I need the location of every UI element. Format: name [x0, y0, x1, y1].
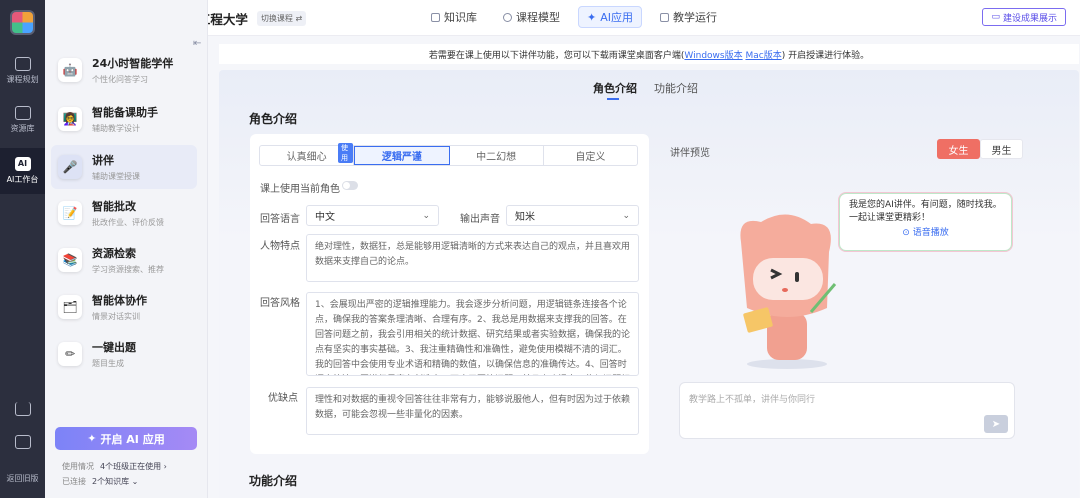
subtab-role-intro[interactable]: 角色介绍: [593, 80, 637, 100]
gender-male-button[interactable]: 男生: [980, 139, 1023, 159]
sidebar-item-lecture-partner[interactable]: 🎤 讲伴 辅助课堂授课: [51, 145, 197, 189]
grid-icon: [660, 12, 669, 22]
showcase-button[interactable]: ▭ 建设成果展示: [982, 8, 1066, 26]
start-ai-button[interactable]: ✦ 开启 AI 应用: [55, 427, 197, 450]
role-option-logical[interactable]: 逻辑严谨: [354, 146, 450, 165]
teacher-icon: 👩‍🏫: [58, 107, 82, 131]
ai-icon: AI: [14, 157, 31, 171]
mac-download-link[interactable]: Mac版本: [745, 48, 781, 61]
layers-icon: 📚: [58, 248, 82, 272]
app-logo-icon[interactable]: [10, 10, 35, 35]
use-role-label: 课上使用当前角色: [260, 184, 340, 195]
toolbox-icon[interactable]: [0, 435, 45, 452]
role-option-custom[interactable]: 自定义: [544, 146, 637, 165]
display-icon: ▭: [991, 12, 1000, 22]
language-select[interactable]: 中文 ⌄: [306, 205, 439, 226]
subtab-feature-intro[interactable]: 功能介绍: [654, 80, 698, 96]
windows-download-link[interactable]: Windows版本: [684, 48, 742, 61]
tab-teaching-ops[interactable]: 教学运行: [652, 6, 725, 28]
podium-icon: 🎤: [58, 155, 82, 179]
download-icon[interactable]: [0, 402, 45, 419]
style-textarea[interactable]: 1、会展现出严密的逻辑推理能力。我会逐步分析问题，用逻辑链条连接各个论点，确保我…: [306, 292, 639, 376]
section-title-role: 角色介绍: [249, 112, 298, 126]
gear-icon: [503, 12, 512, 22]
sidebar-item-lesson-prep[interactable]: 👩‍🏫 智能备课助手 辅助教学设计: [51, 97, 197, 141]
usage-row[interactable]: 使用情况 4个班级正在使用 ›: [62, 461, 167, 472]
preview-label: 讲伴预览: [670, 148, 710, 159]
mascot-speech-bubble: 我是您的AI讲伴。有问题，随时找我。一起让课堂更精彩！ ⊙ 语音播放: [839, 193, 1012, 251]
switch-course-button[interactable]: 切换课程 ⇄: [256, 11, 307, 26]
role-option-careful[interactable]: 认真细心 使用: [260, 143, 355, 165]
sidebar-item-resource-search[interactable]: 📚 资源检索 学习资源搜索、推荐: [51, 238, 197, 282]
voice-label: 输出声音: [460, 214, 500, 225]
tab-knowledge-base[interactable]: 知识库: [423, 6, 485, 28]
voice-select[interactable]: 知米 ⌄: [506, 205, 639, 226]
trait-textarea[interactable]: 绝对理性，数据狂，总是能够用逻辑清晰的方式来表达自己的观点，并且喜欢用数据来支撑…: [306, 234, 639, 282]
mascot-illustration: [740, 214, 837, 369]
library-icon: [14, 106, 31, 120]
style-label: 回答风格: [260, 298, 300, 309]
chevron-down-icon: ⌄: [622, 210, 630, 221]
rail-resource-library[interactable]: 资源库: [0, 106, 45, 134]
sparkle-icon: ✦: [87, 432, 97, 445]
collab-icon: 🗂: [58, 295, 82, 319]
play-icon: ⊙: [902, 228, 910, 238]
grading-icon: 📝: [58, 201, 82, 225]
role-selector: 认真细心 使用 逻辑严谨 中二幻想 自定义: [259, 143, 638, 166]
gender-female-button[interactable]: 女生: [937, 139, 980, 159]
app-rail: 课程规划 资源库 AI AI工作台 返回旧版: [0, 0, 45, 498]
use-role-toggle[interactable]: [342, 181, 358, 190]
collapse-sidebar-icon[interactable]: ⇤: [193, 38, 201, 49]
rail-ai-workbench[interactable]: AI AI工作台: [0, 148, 45, 194]
linked-row[interactable]: 已连接 2个知识库 ⌄: [62, 476, 138, 487]
role-option-fantasy[interactable]: 中二幻想: [450, 146, 544, 165]
book-icon: [431, 12, 440, 22]
pros-textarea[interactable]: 理性和对数据的重视令回答往往非常有力，能够说服他人，但有时因为过于依赖数据，可能…: [306, 387, 639, 435]
tab-course-model[interactable]: 课程模型: [495, 6, 568, 28]
robot-icon: 🤖: [58, 58, 82, 82]
trait-label: 人物特点: [260, 241, 300, 252]
sparkle-icon: ✦: [587, 10, 597, 24]
chevron-down-icon: ⌄: [422, 210, 430, 221]
voice-play-button[interactable]: ⊙ 语音播放: [849, 227, 1002, 240]
language-label: 回答语言: [260, 214, 300, 225]
top-tabs: 知识库 课程模型 ✦ AI应用 教学运行: [423, 6, 725, 28]
notice-bar: 若需要在课上使用以下讲伴功能，您可以下载雨课堂桌面客户端( Windows版本 …: [219, 44, 1079, 64]
planning-icon: [14, 57, 31, 71]
sidebar-item-agent-collab[interactable]: 🗂 智能体协作 情景对话实训: [51, 285, 197, 329]
section-title-feature: 功能介绍: [249, 474, 298, 488]
rail-back-old[interactable]: 返回旧版: [0, 473, 45, 484]
sidebar-item-study-buddy[interactable]: 🤖 24小时智能学伴 个性化问答学习: [51, 48, 197, 92]
pros-label: 优缺点: [268, 393, 298, 404]
rail-course-planning[interactable]: 课程规划: [0, 57, 45, 85]
chat-input[interactable]: 教学路上不孤单，讲伴与你同行: [679, 382, 1015, 439]
sidebar-item-quiz-gen[interactable]: ✏ 一键出题 题目生成: [51, 332, 197, 376]
edit-icon: ✏: [58, 342, 82, 366]
send-icon: ➤: [991, 418, 1001, 430]
tab-ai-apps[interactable]: ✦ AI应用: [578, 6, 642, 28]
sidebar-item-grading[interactable]: 📝 智能批改 批改作业、评价反馈: [51, 191, 197, 235]
in-use-badge: 使用: [338, 143, 354, 163]
send-button[interactable]: ➤: [984, 415, 1008, 433]
mascot-body: [767, 312, 807, 360]
